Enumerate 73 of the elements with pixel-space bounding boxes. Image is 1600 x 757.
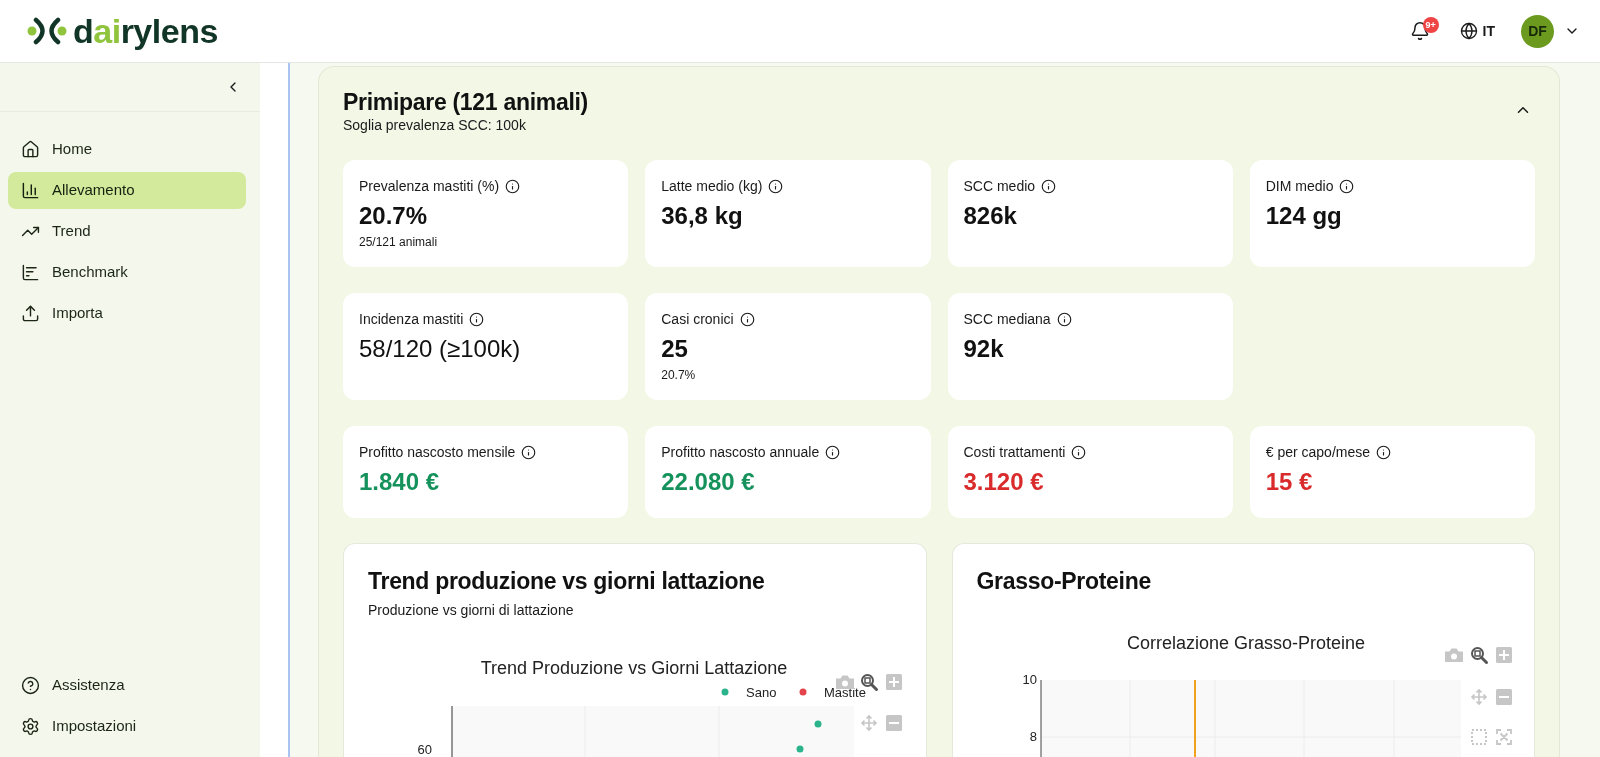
metric-value: 25 — [661, 334, 688, 364]
metric-label: Costi trattamenti — [963, 443, 1066, 462]
notification-badge: 9+ — [1422, 17, 1439, 33]
section-title: Primipare (121 animali) — [343, 88, 588, 116]
metric-label: Casi cronici — [661, 310, 734, 329]
metric-label: DIM medio — [1265, 177, 1334, 196]
info-icon[interactable] — [825, 444, 841, 460]
help-icon — [21, 676, 40, 695]
chart-card-title: Grasso-Proteine — [976, 567, 1151, 595]
nav-item[interactable]: Home — [8, 131, 246, 168]
info-icon[interactable] — [1041, 178, 1057, 194]
scatter-point — [796, 745, 804, 753]
info-icon[interactable] — [1056, 311, 1072, 327]
upload-icon — [21, 304, 40, 323]
horizontal-bar-chart-icon — [21, 263, 40, 282]
metric-value: 124 gg — [1265, 201, 1342, 231]
plot-title: Correlazione Grasso-Proteine — [1126, 633, 1365, 653]
chart-card-title: Trend produzione vs giorni lattazione — [368, 567, 765, 595]
metric-value: 826k — [963, 201, 1017, 231]
logo-text: dairylens — [73, 11, 218, 51]
info-icon[interactable] — [521, 444, 537, 460]
y-tick-label: 8 — [1029, 729, 1037, 744]
info-icon[interactable] — [469, 311, 485, 327]
metric-value: 22.080 € — [661, 467, 755, 497]
legend-label[interactable]: Mastite — [824, 685, 866, 700]
metric-label: Latte medio (kg) — [661, 177, 763, 196]
metric-value: 20.7% — [359, 201, 428, 231]
metric-note: 25/121 animali — [359, 235, 438, 249]
globe-icon — [1459, 22, 1478, 40]
nav-item[interactable]: Trend — [8, 213, 246, 250]
info-icon[interactable] — [1376, 444, 1392, 460]
logo-icon — [27, 17, 67, 45]
metric-label: Incidenza mastiti — [359, 310, 464, 329]
y-axis-line — [451, 705, 453, 757]
plot-title: Trend Produzione vs Giorni Lattazione — [480, 658, 788, 678]
scatter-point — [814, 720, 822, 728]
metric-value: 58/120 (≥100k) — [359, 334, 521, 364]
bar-chart-icon — [21, 181, 40, 200]
metric-label: SCC medio — [963, 177, 1036, 196]
user-avatar[interactable]: DF — [1521, 14, 1554, 48]
metric-label: Profitto nascosto annuale — [661, 443, 820, 462]
info-icon[interactable] — [1339, 178, 1355, 194]
settings-icon — [21, 717, 40, 736]
nav-item[interactable]: Assistenza — [8, 667, 246, 704]
metric-label: Profitto nascosto mensile — [359, 443, 516, 462]
section-subtitle: Soglia prevalenza SCC: 100k — [343, 116, 526, 134]
nav-item[interactable]: Allevamento — [8, 172, 246, 209]
metric-value: 1.840 € — [359, 467, 440, 497]
nav-item[interactable]: Impostazioni — [8, 708, 246, 745]
nav-item[interactable]: Importa — [8, 295, 246, 332]
y-tick-label: 60 — [417, 742, 432, 757]
info-icon[interactable] — [739, 311, 755, 327]
metric-label: € per capo/mese — [1265, 443, 1371, 462]
legend-marker-icon[interactable] — [721, 688, 729, 696]
metric-value: 15 € — [1265, 467, 1313, 497]
legend-label[interactable]: Sano — [746, 685, 777, 700]
metric-label: SCC mediana — [963, 310, 1051, 329]
chart-card-subtitle: Produzione vs giorni di lattazione — [368, 601, 574, 619]
legend-marker-icon[interactable] — [799, 688, 807, 696]
metric-value: 92k — [963, 334, 1004, 364]
metric-label: Prevalenza mastiti (%) — [359, 177, 500, 196]
metric-value: 36,8 kg — [661, 201, 743, 231]
nav-item[interactable]: Benchmark — [8, 254, 246, 291]
zoom-icon[interactable] — [1470, 647, 1488, 664]
info-icon[interactable] — [505, 178, 521, 194]
home-icon — [21, 140, 40, 159]
language-button[interactable]: IT — [1455, 15, 1499, 47]
notifications-button[interactable]: 9+ — [1403, 15, 1436, 47]
metric-value: 3.120 € — [963, 467, 1044, 497]
y-tick-label: 10 — [1022, 672, 1037, 687]
info-icon[interactable] — [1071, 444, 1087, 460]
info-icon[interactable] — [768, 178, 784, 194]
metric-note: 20.7% — [661, 368, 696, 382]
